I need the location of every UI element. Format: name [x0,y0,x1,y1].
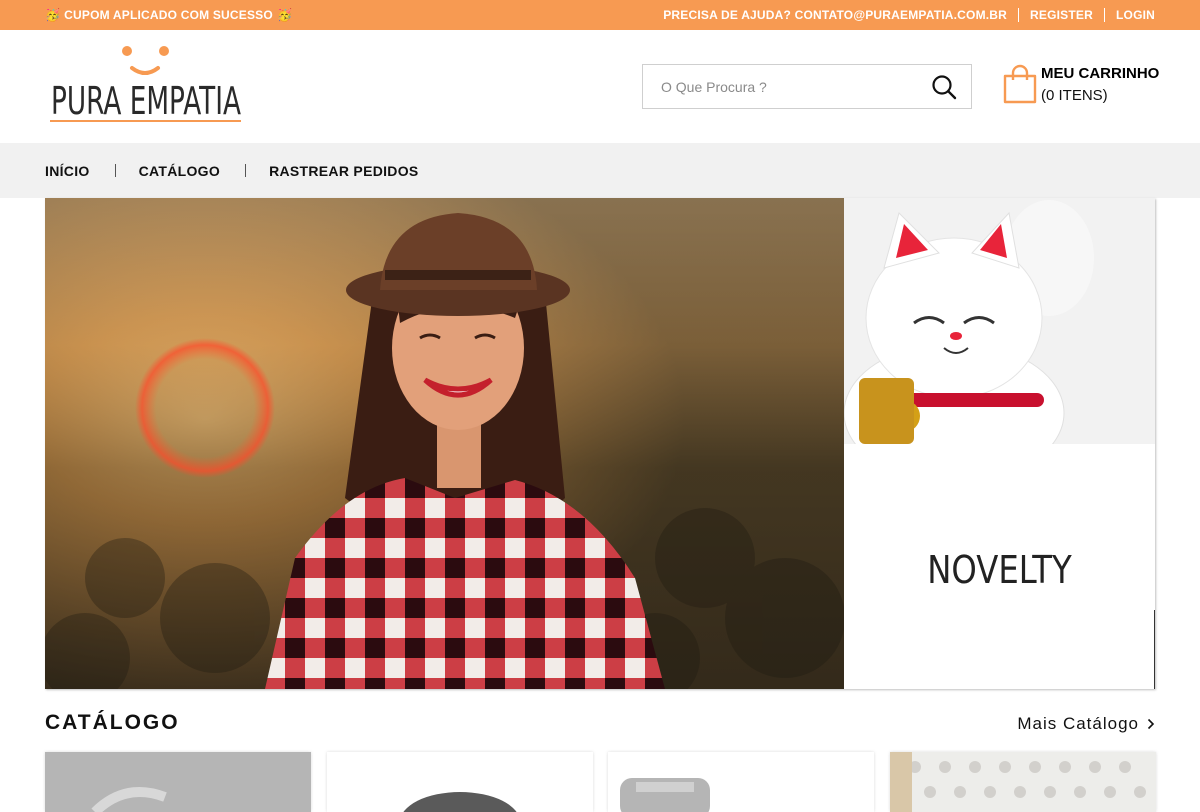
catalog-product-card[interactable] [890,752,1156,812]
lucky-cat-image [844,198,1155,444]
nav-divider [114,164,116,177]
hero-side-banner-image[interactable] [844,198,1155,444]
product-image [45,752,311,812]
party-emoji-icon: 🥳 [276,8,293,22]
hero-main-banner-image[interactable] [45,198,844,689]
main-navigation: INÍCIO CATÁLOGO RASTREAR PEDIDOS [0,143,1200,198]
search-box [642,64,972,109]
product-image [890,752,1156,812]
site-logo[interactable]: PURA EMPATIA [48,44,244,126]
smiling-woman-image [45,198,844,689]
catalog-products-row [45,752,1156,812]
promo-message: 🥳 CUPOM APLICADO COM SUCESSO 🥳 [45,8,292,22]
product-image [608,752,874,812]
cart-title: MEU CARRINHO [1041,65,1160,82]
help-contact-link[interactable]: PRECISA DE AJUDA? CONTATO@PURAEMPATIA.CO… [663,8,1007,22]
search-button[interactable] [931,74,957,100]
novelty-text: NOVELTY [927,548,1072,592]
divider [1154,610,1155,689]
chevron-right-icon [1147,718,1155,730]
top-links: PRECISA DE AJUDA? CONTATO@PURAEMPATIA.CO… [663,8,1155,22]
divider [1104,8,1105,22]
divider [1018,8,1020,22]
login-link[interactable]: LOGIN [1116,8,1155,22]
catalog-product-card[interactable] [45,752,311,812]
nav-item-rastrear-pedidos[interactable]: RASTREAR PEDIDOS [269,163,418,179]
catalog-section-title: CATÁLOGO [45,711,180,734]
catalog-product-card[interactable] [327,752,593,812]
search-icon [932,75,957,100]
more-catalog-label: Mais Catálogo [1017,714,1139,733]
hero-banner: NOVELTY [45,198,1155,689]
promo-text: CUPOM APLICADO COM SUCESSO [64,8,273,22]
nav-item-inicio[interactable]: INÍCIO [45,163,90,179]
nav-item-catalogo[interactable]: CATÁLOGO [139,163,220,179]
register-link[interactable]: REGISTER [1030,8,1093,22]
product-image [327,752,593,812]
more-catalog-link[interactable]: Mais Catálogo [1017,714,1155,734]
nav-divider [245,164,247,177]
shopping-bag-icon [1003,64,1037,104]
pura-empatia-logo-icon: PURA EMPATIA [50,46,241,123]
search-input[interactable] [643,65,923,108]
cart-item-count: (0 ITENS) [1041,87,1108,104]
catalog-product-card[interactable] [608,752,874,812]
top-announcement-bar: 🥳 CUPOM APLICADO COM SUCESSO 🥳 PRECISA D… [0,0,1200,30]
cart-widget[interactable]: MEU CARRINHO (0 ITENS) [1002,64,1162,106]
novelty-banner[interactable]: NOVELTY [844,444,1155,689]
logo-text: PURA EMPATIA [51,79,241,123]
party-emoji-icon: 🥳 [45,8,61,22]
